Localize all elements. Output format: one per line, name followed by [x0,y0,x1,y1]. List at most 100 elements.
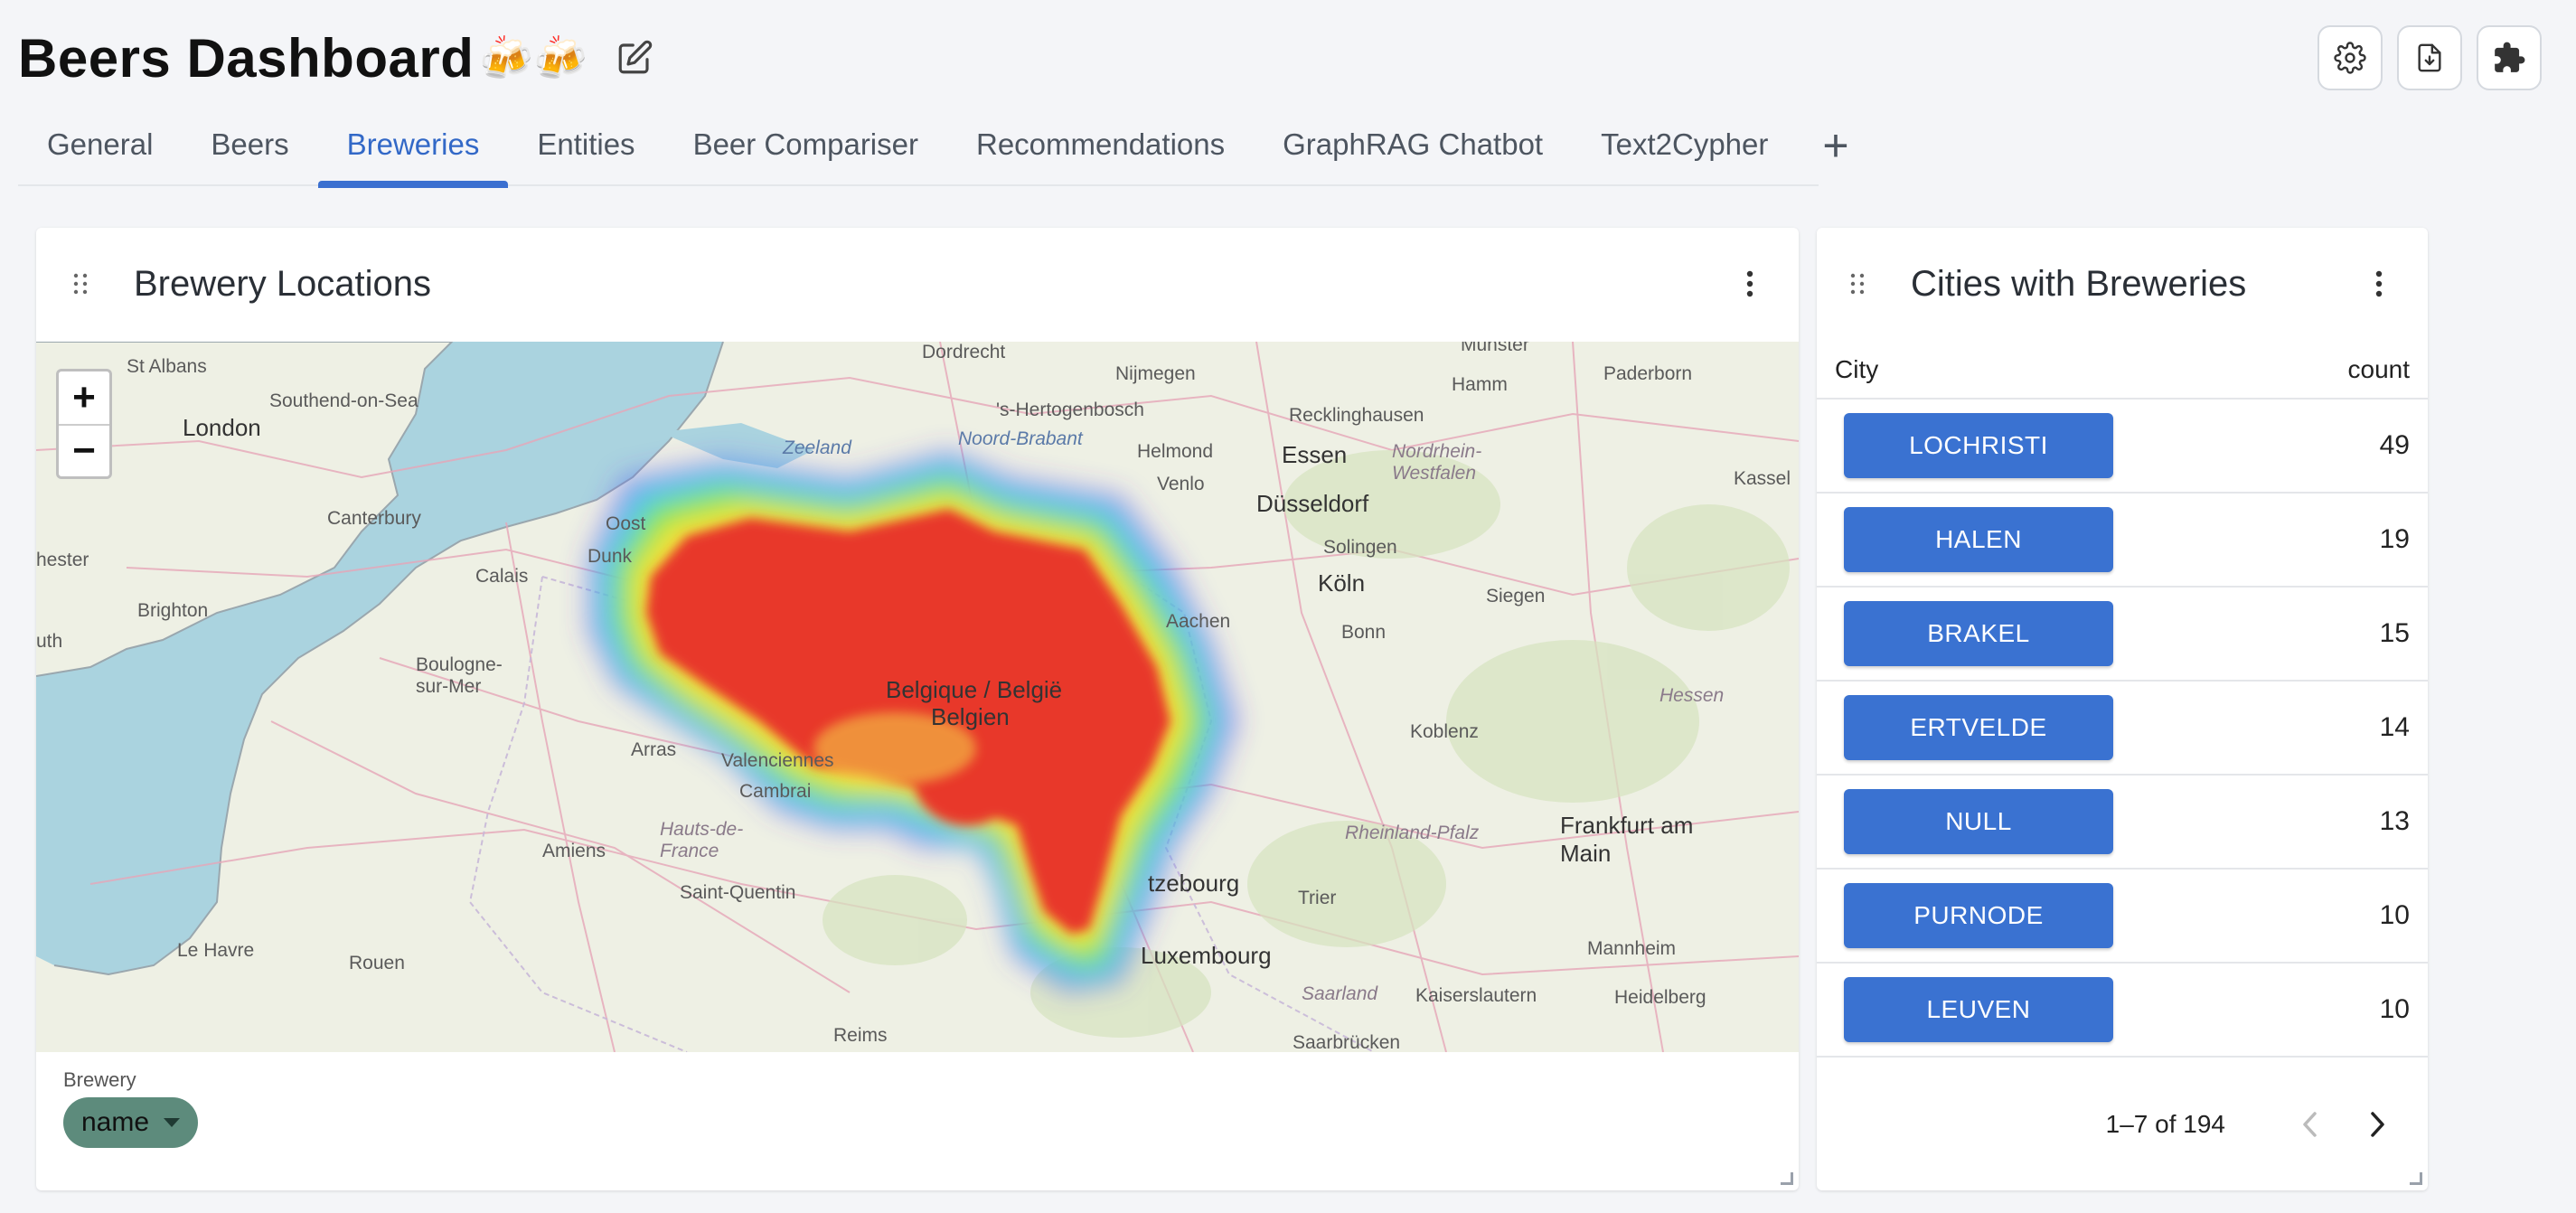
add-tab-button[interactable]: + [1797,107,1874,184]
tab-graphrag-chatbot[interactable]: GraphRAG Chatbot [1254,107,1572,183]
table-row: NULL 13 [1817,776,2428,870]
map-label: Frankfurt am Main [1560,812,1694,867]
next-page-button[interactable] [2350,1097,2404,1152]
tab-beers[interactable]: Beers [182,107,317,183]
column-header-count[interactable]: count [2348,355,2411,384]
city-button[interactable]: NULL [1844,789,2113,854]
table-body: LOCHRISTI 49 HALEN 19 BRAKEL 15 ERTVELDE… [1817,400,2428,1058]
card-menu-icon[interactable] [1732,257,1768,311]
map-label: Belgien [931,703,1010,730]
map-label: Helmond [1137,441,1214,462]
map-label: Brighton [137,600,209,621]
tab-entities[interactable]: Entities [508,107,663,183]
city-button[interactable]: PURNODE [1844,883,2113,948]
zoom-out-button[interactable]: − [59,424,109,476]
map-label: Munster [1461,342,1529,355]
card-header: Brewery Locations [36,228,1799,340]
map-label: Dunk [588,546,633,567]
count-cell: 10 [2379,900,2410,930]
chevron-right-icon [2371,1112,2384,1137]
field-selector-chip[interactable]: name [63,1097,199,1148]
map-label: Essen [1282,441,1348,468]
previous-page-button[interactable] [2283,1097,2337,1152]
map-label: Hessen [1659,685,1725,706]
count-cell: 14 [2379,712,2410,742]
map-label: Solingen [1323,537,1397,558]
dashboard-toolbar [2317,25,2542,90]
map-label: Noord-Brabant [958,428,1083,449]
map-label: Trier [1298,888,1337,908]
map-label: Hauts-de-France [660,819,744,861]
resize-handle-icon[interactable] [1781,1172,1793,1185]
title-row: Beers Dashboard 🍻🍻 [18,22,660,94]
resize-handle-icon[interactable] [2410,1172,2422,1185]
tab-beer-compariser[interactable]: Beer Compariser [664,107,947,183]
caret-down-icon [164,1118,181,1127]
tab-general[interactable]: General [18,107,182,183]
map-label: Heidelberg [1614,987,1706,1008]
card-menu-icon[interactable] [2361,257,2397,311]
map-label: Calais [475,566,529,587]
map-label: Amiens [542,841,606,861]
beer-emoji: 🍻🍻 [479,34,588,83]
tab-recommendations[interactable]: Recommendations [947,107,1254,183]
drag-handle-icon[interactable] [67,272,94,296]
heatmap-map[interactable]: St Albans Southend-on-Sea London Canterb… [36,342,1799,1052]
count-cell: 15 [2379,618,2410,648]
map-label: Recklinghausen [1289,405,1424,426]
field-caption: Brewery [63,1068,136,1091]
zoom-in-button[interactable]: + [59,371,109,424]
map-label: Hamm [1452,374,1508,395]
map-label: Canterbury [327,508,421,529]
cities-with-breweries-card: Cities with Breweries City count LOCHRIS… [1817,228,2428,1190]
city-button[interactable]: LEUVEN [1844,977,2113,1042]
chip-label: name [81,1107,150,1137]
map-label: hester [36,550,89,570]
count-cell: 13 [2379,806,2410,836]
file-download-icon [2418,43,2441,72]
map-label: Reims [833,1025,888,1046]
count-cell: 19 [2379,524,2410,554]
puzzle-icon [2495,42,2525,72]
table-header: City count [1817,342,2428,400]
table-row: HALEN 19 [1817,494,2428,588]
edit-title-button[interactable] [609,33,660,83]
city-button[interactable]: BRAKEL [1844,601,2113,666]
map-label: Belgique / België [886,676,1063,703]
map-label: Valenciennes [721,750,834,771]
count-cell: 10 [2379,994,2410,1024]
download-button[interactable] [2397,25,2462,90]
map-label: Siegen [1486,586,1546,606]
map-label: Rheinland-Pfalz [1345,823,1480,843]
map-label: Venlo [1157,474,1205,494]
brewery-locations-card: Brewery Locations St Albans Southend-on-… [36,228,1799,1190]
map-label: Koblenz [1410,721,1479,742]
city-button[interactable]: LOCHRISTI [1844,413,2113,478]
city-button[interactable]: ERTVELDE [1844,695,2113,760]
table-row: BRAKEL 15 [1817,588,2428,682]
map-label: Rouen [349,953,405,973]
map-label: 's-Hertogenbosch [996,400,1144,420]
map-label: Zeeland [783,437,851,458]
map-label: Le Havre [177,940,255,961]
map-label: Düsseldorf [1256,490,1369,517]
tab-breweries[interactable]: Breweries [317,107,509,188]
table-row: LOCHRISTI 49 [1817,400,2428,494]
map-label: Kassel [1734,468,1791,489]
column-header-city[interactable]: City [1835,355,1878,384]
city-button[interactable]: HALEN [1844,507,2113,572]
card-title: Brewery Locations [134,263,432,304]
count-cell: 49 [2379,430,2410,460]
table-row: ERTVELDE 14 [1817,682,2428,776]
settings-button[interactable] [2317,25,2383,90]
map-label: Southend-on-Sea [269,390,418,411]
extensions-button[interactable] [2477,25,2542,90]
pencil-icon [618,40,653,74]
card-title: Cities with Breweries [1911,263,2247,304]
card-header: Cities with Breweries [1817,228,2428,340]
map-label: Mannheim [1587,938,1677,959]
tab-text2cypher[interactable]: Text2Cypher [1572,107,1797,183]
map-label: Saarland [1302,983,1378,1004]
drag-handle-icon[interactable] [1844,272,1871,296]
map-label: Boulogne-sur-Mer [416,654,503,697]
